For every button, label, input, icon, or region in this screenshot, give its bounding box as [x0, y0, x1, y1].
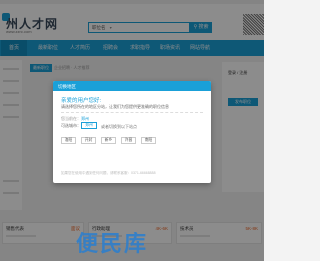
city-option[interactable]: 洛阳 — [61, 137, 76, 144]
dialog-greeting: 亲爱的用户您好: — [61, 98, 102, 104]
dialog-body: 亲爱的用户您好: 请选择您所在的地区分站，让我们为您提供更准确的职位信息 您当前… — [53, 91, 211, 183]
dialog-header: 切换地区 — [53, 81, 211, 91]
current-city-label: 您当前在： — [61, 116, 81, 121]
city-option[interactable]: 南阳 — [141, 137, 156, 144]
switch-hint: 或者切换到以下站点 — [101, 124, 137, 129]
city-option[interactable]: 开封 — [81, 137, 96, 144]
dialog-divider — [61, 112, 203, 113]
city-option[interactable]: 新乡 — [101, 137, 116, 144]
city-option-selected[interactable]: 郑州 — [81, 122, 97, 129]
city-select-label: 可选城市： — [61, 123, 81, 128]
dialog-description: 请选择您所在的地区分站，让我们为您提供更准确的职位信息 — [61, 104, 169, 109]
current-city-value: 郑州 — [81, 116, 89, 121]
dialog-title: 切换地区 — [58, 83, 76, 89]
city-option[interactable]: 许昌 — [121, 137, 136, 144]
city-switch-dialog: 切换地区 亲爱的用户您好: 请选择您所在的地区分站，让我们为您提供更准确的职位信… — [53, 81, 211, 183]
dialog-footer-note: 如果您在使用中遇到任何问题，请联系客服：0371-66668888 — [61, 171, 156, 175]
watermark-text: 便民库 — [76, 232, 149, 257]
